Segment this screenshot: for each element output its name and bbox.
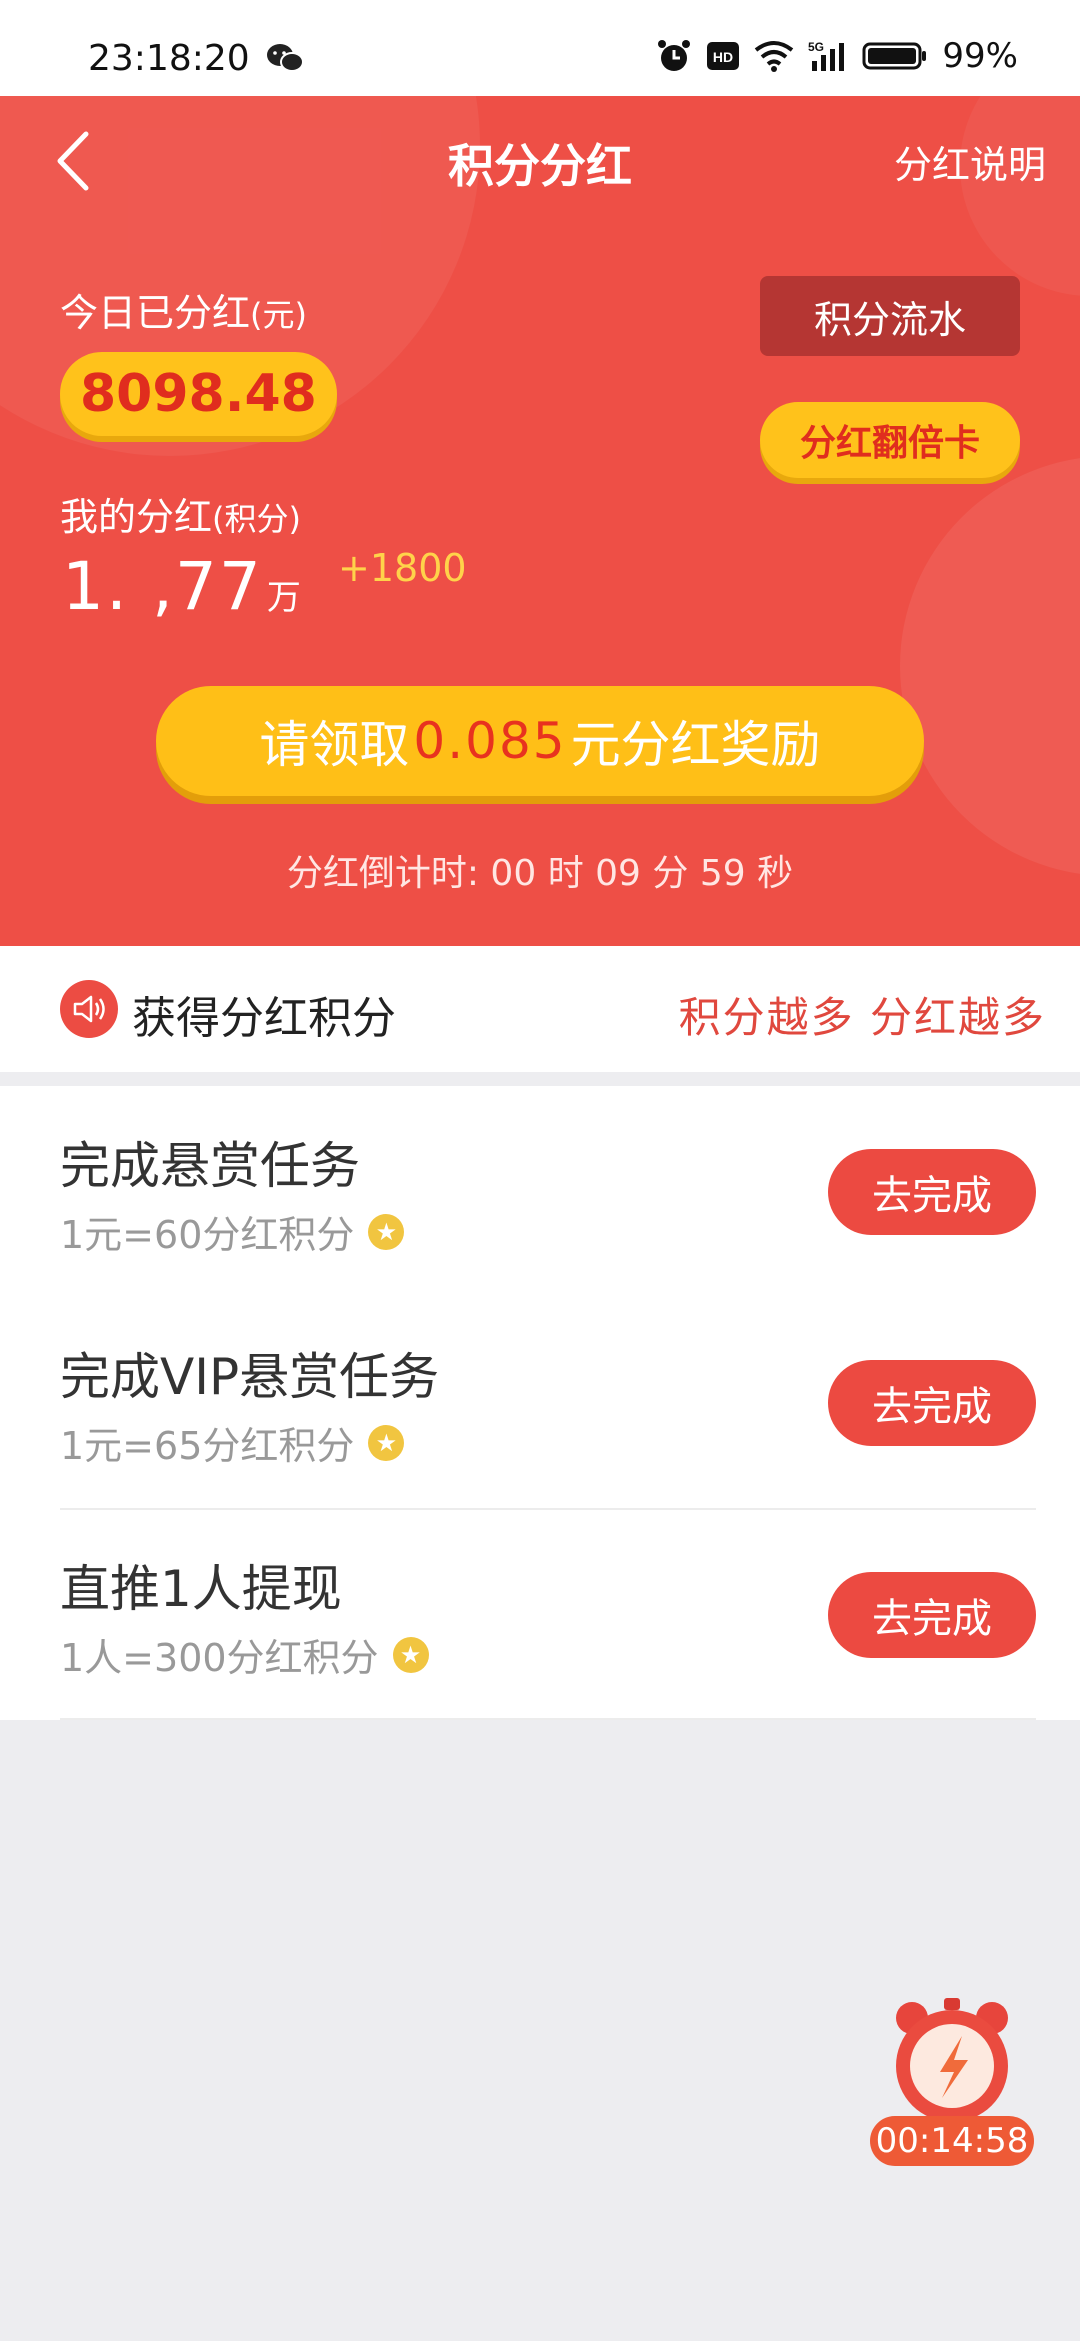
- status-icons: HD 5G 99%: [656, 36, 1018, 76]
- alarm-clock-icon: [896, 1998, 1008, 2122]
- countdown-label: 分红倒计时:: [286, 853, 479, 894]
- countdown-seconds: 59: [699, 853, 746, 894]
- claim-prefix: 请领取: [259, 716, 410, 774]
- task-rate-text: 1元=65分红积分: [60, 1424, 355, 1468]
- task-item: 完成VIP悬赏任务 1元=65分红积分 ★ 去完成: [0, 1297, 1080, 1508]
- earn-points-header: 获得分红积分 积分越多 分红越多: [0, 946, 1080, 1072]
- star-coin-icon: ★: [392, 1636, 429, 1673]
- go-complete-button[interactable]: 去完成: [828, 1149, 1036, 1235]
- battery-icon: [862, 42, 927, 70]
- my-dividend-number: 1. ,77: [62, 548, 263, 625]
- status-bar: 23:18:20 HD 5G 99%: [0, 0, 1080, 96]
- my-dividend-value: 1. ,77 万: [62, 548, 303, 625]
- hd-icon: HD: [707, 42, 740, 70]
- svg-text:HD: HD: [713, 49, 733, 65]
- today-dividend-unit: (元): [250, 296, 307, 334]
- task-rate: 1元=60分红积分 ★: [60, 1204, 405, 1259]
- go-complete-button[interactable]: 去完成: [828, 1572, 1036, 1658]
- dividend-hero: 积分分红 分红说明 今日已分红(元) 8098.48 积分流水 分红翻倍卡 我的…: [0, 96, 1080, 946]
- divider: [60, 1718, 1036, 1720]
- task-item: 完成悬赏任务 1元=60分红积分 ★ 去完成: [0, 1086, 1080, 1297]
- status-time: 23:18:20: [88, 38, 250, 79]
- claim-dividend-button[interactable]: 请领取 0.085 元分红奖励: [156, 686, 924, 796]
- wechat-icon: [267, 44, 304, 72]
- star-coin-icon: ★: [368, 1213, 405, 1250]
- task-rate-text: 1人=300分红积分: [60, 1636, 379, 1680]
- task-title: 完成VIP悬赏任务: [60, 1348, 440, 1406]
- task-title: 完成悬赏任务: [60, 1137, 360, 1195]
- my-dividend-number-unit: 万: [266, 578, 303, 618]
- speaker-icon: [60, 980, 118, 1038]
- earn-points-title: 获得分红积分: [132, 993, 396, 1044]
- hero-decoration: [960, 96, 1080, 296]
- my-dividend-label: 我的分红(积分): [60, 486, 301, 541]
- battery-percent: 99%: [942, 36, 1018, 76]
- claim-suffix: 元分红奖励: [570, 716, 821, 774]
- today-dividend-label-text: 今日已分红: [60, 291, 251, 335]
- countdown-minutes: 09: [595, 853, 641, 894]
- dividend-explanation-link[interactable]: 分红说明: [894, 134, 1046, 189]
- alarm-icon: [658, 40, 691, 71]
- dividend-countdown: 分红倒计时: 00 时 09 分 59 秒: [0, 844, 1080, 896]
- go-complete-button[interactable]: 去完成: [828, 1360, 1036, 1446]
- today-dividend-label: 今日已分红(元): [60, 282, 307, 337]
- floating-timer[interactable]: 00:14:58: [870, 1996, 1034, 2176]
- countdown-hours: 00: [490, 853, 537, 894]
- svg-text:5G: 5G: [808, 40, 824, 54]
- my-dividend-label-text: 我的分红: [60, 495, 213, 539]
- task-rate: 1元=65分红积分 ★: [60, 1415, 405, 1470]
- my-dividend-unit: (积分): [212, 500, 301, 538]
- 5g-signal-icon: 5G: [808, 40, 845, 71]
- earn-points-slogan: 积分越多 分红越多: [678, 993, 1046, 1042]
- task-title: 直推1人提现: [60, 1560, 342, 1618]
- today-dividend-value: 8098.48: [60, 352, 337, 436]
- my-dividend-increase: +1800: [338, 546, 467, 590]
- double-card-button[interactable]: 分红翻倍卡: [760, 402, 1020, 478]
- task-item: 直推1人提现 1人=300分红积分 ★ 去完成: [0, 1509, 1080, 1720]
- star-coin-icon: ★: [368, 1424, 405, 1461]
- claim-amount: 0.085: [413, 712, 567, 770]
- task-rate: 1人=300分红积分 ★: [60, 1627, 429, 1682]
- task-rate-text: 1元=60分红积分: [60, 1213, 355, 1257]
- floating-timer-time: 00:14:58: [870, 2116, 1034, 2166]
- wifi-icon: [755, 41, 794, 72]
- countdown-hours-unit: 时: [547, 853, 584, 894]
- points-flow-button[interactable]: 积分流水: [760, 276, 1020, 356]
- hero-decoration: [900, 456, 1080, 876]
- countdown-seconds-unit: 秒: [757, 853, 794, 894]
- countdown-minutes-unit: 分: [652, 853, 689, 894]
- task-list: 完成悬赏任务 1元=60分红积分 ★ 去完成 完成VIP悬赏任务 1元=65分红…: [0, 1086, 1080, 1720]
